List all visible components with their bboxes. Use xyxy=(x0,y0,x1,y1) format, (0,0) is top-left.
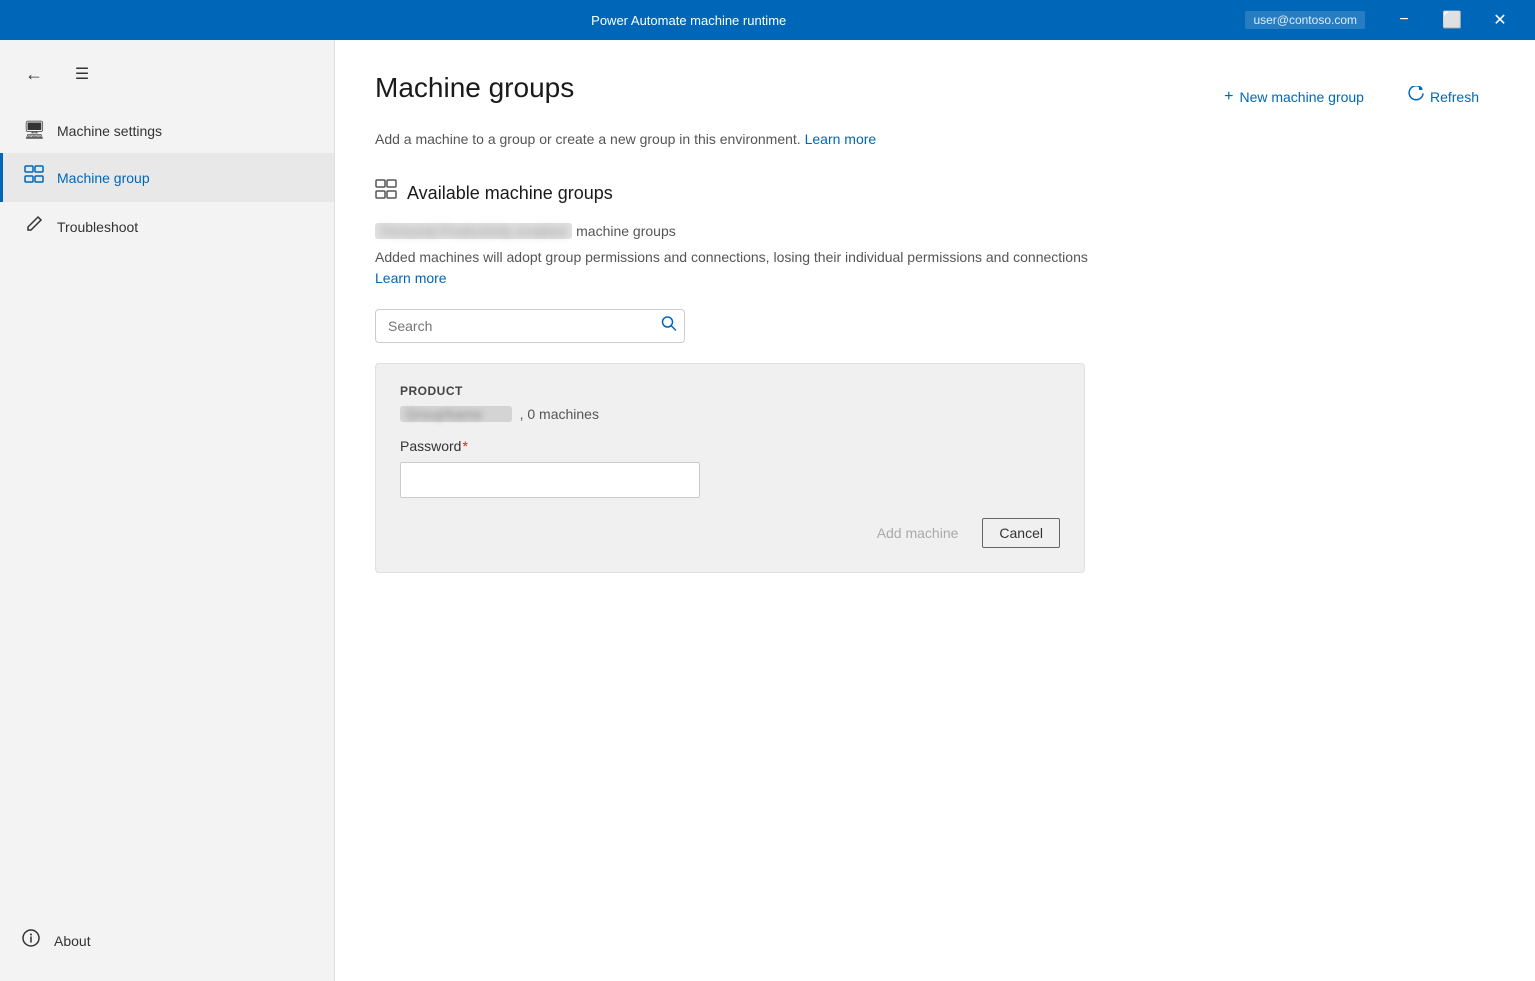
nav-menu: 🖥 Machine settings Machine group xyxy=(0,108,334,251)
search-button[interactable] xyxy=(661,316,677,337)
restore-button[interactable]: ⬜ xyxy=(1429,0,1475,40)
card-header-row: PRODUCT xyxy=(400,384,1060,398)
page-subtitle: Add a machine to a group or create a new… xyxy=(375,131,1495,147)
close-button[interactable]: ✕ xyxy=(1477,0,1523,40)
sidebar-item-troubleshoot[interactable]: Troubleshoot xyxy=(0,202,334,251)
page-title: Machine groups xyxy=(375,72,574,104)
section-icon xyxy=(375,179,397,207)
refresh-button[interactable]: Refresh xyxy=(1392,78,1495,115)
machine-group-card: PRODUCT GroupName , 0 machines Password*… xyxy=(375,363,1085,573)
new-machine-group-button[interactable]: + New machine group xyxy=(1208,80,1380,114)
about-item[interactable]: About xyxy=(20,920,314,961)
user-account: user@contoso.com xyxy=(1245,11,1365,29)
page-header: Machine groups + New machine group Refre… xyxy=(375,72,1495,115)
sidebar-item-label: Machine group xyxy=(57,170,150,186)
window-controls: − ⬜ ✕ xyxy=(1381,0,1523,40)
search-input[interactable] xyxy=(375,309,685,343)
machine-settings-icon: 🖥 xyxy=(23,120,45,141)
password-input[interactable] xyxy=(400,462,700,498)
menu-button[interactable]: ☰ xyxy=(64,56,100,92)
minimize-button[interactable]: − xyxy=(1381,0,1427,40)
titlebar: Power Automate machine runtime user@cont… xyxy=(0,0,1535,40)
password-required-indicator: * xyxy=(462,438,467,454)
header-actions: + New machine group Refresh xyxy=(1208,72,1495,115)
sidebar: ← ☰ 🖥 Machine settings Machine group xyxy=(0,40,335,981)
plus-icon: + xyxy=(1224,88,1233,106)
card-group-name: GroupName xyxy=(400,406,512,422)
about-label: About xyxy=(54,933,91,949)
sidebar-item-label: Machine settings xyxy=(57,123,162,139)
app-title: Power Automate machine runtime xyxy=(132,13,1245,28)
password-label-row: Password* xyxy=(400,438,1060,454)
add-machine-button[interactable]: Add machine xyxy=(861,519,975,547)
card-machines-count: , 0 machines xyxy=(520,406,599,422)
description-learn-more-link[interactable]: Learn more xyxy=(375,270,447,286)
learn-more-link[interactable]: Learn more xyxy=(805,131,877,147)
troubleshoot-icon xyxy=(23,214,45,239)
card-actions: Add machine Cancel xyxy=(400,518,1060,548)
env-name: Personal Productivity enabled xyxy=(375,223,572,239)
card-name-row: GroupName , 0 machines xyxy=(400,406,1060,422)
sidebar-item-machine-group[interactable]: Machine group xyxy=(0,153,334,202)
env-suffix: machine groups xyxy=(576,223,676,239)
section-title: Available machine groups xyxy=(407,183,613,204)
back-button[interactable]: ← xyxy=(16,56,52,92)
main-content: Machine groups + New machine group Refre… xyxy=(335,40,1535,981)
sidebar-top: ← ☰ xyxy=(0,48,334,100)
sidebar-item-machine-settings[interactable]: 🖥 Machine settings xyxy=(0,108,334,153)
section-header: Available machine groups xyxy=(375,179,1495,207)
description-text: Added machines will adopt group permissi… xyxy=(375,247,1095,289)
sidebar-item-label: Troubleshoot xyxy=(57,219,138,235)
about-icon xyxy=(20,928,42,953)
sidebar-footer: About xyxy=(0,908,334,981)
refresh-icon xyxy=(1408,86,1424,107)
search-container xyxy=(375,309,685,343)
app-body: ← ☰ 🖥 Machine settings Machine group xyxy=(0,40,1535,981)
env-info: Personal Productivity enabled machine gr… xyxy=(375,223,1495,239)
cancel-button[interactable]: Cancel xyxy=(982,518,1060,548)
machine-group-icon xyxy=(23,165,45,190)
card-product-label: PRODUCT xyxy=(400,384,463,398)
